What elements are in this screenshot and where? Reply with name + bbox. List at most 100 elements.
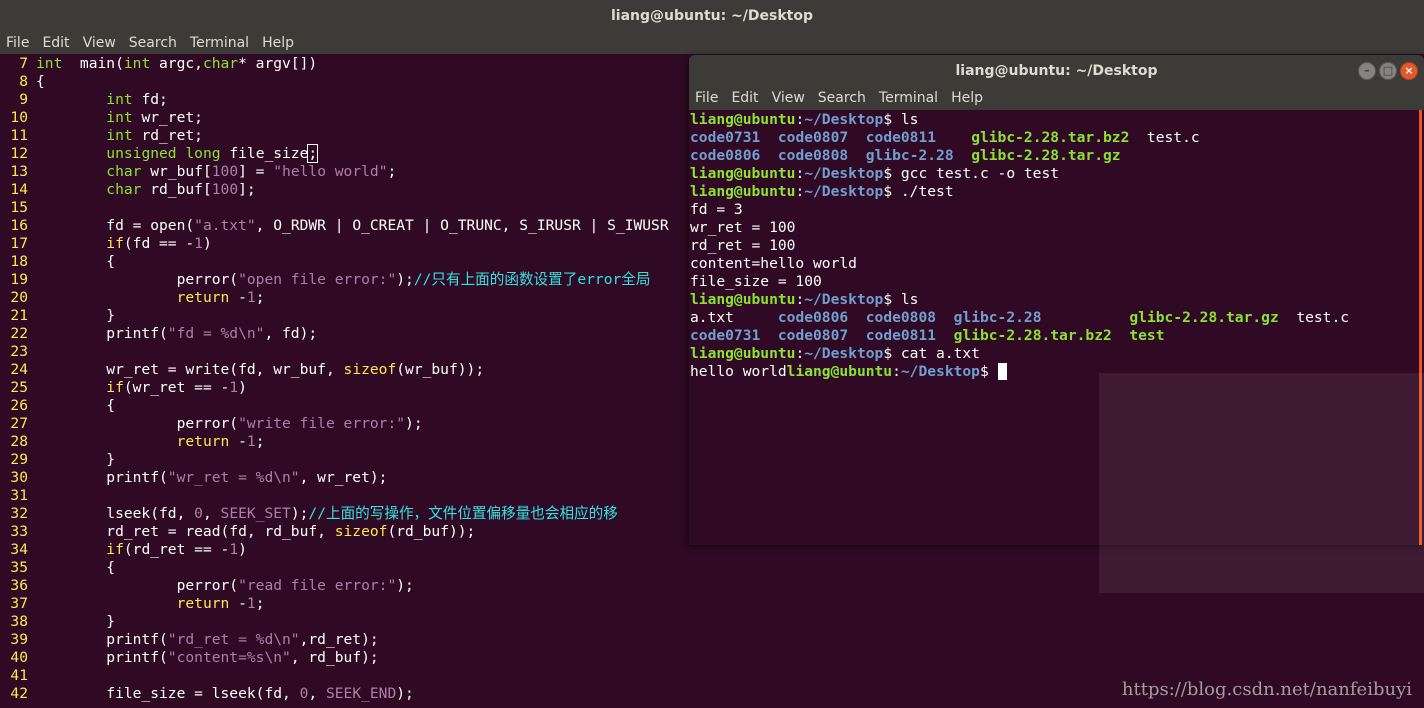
menu-help[interactable]: Help (256, 35, 301, 51)
terminal-output[interactable]: liang@ubuntu:~/Desktop$ ls code0731 code0… (689, 110, 1416, 545)
terminal-line: fd = 3 (690, 201, 743, 219)
terminal-menu-terminal[interactable]: Terminal (873, 90, 945, 106)
code-token: ; (255, 433, 265, 450)
code-token: ) (202, 235, 212, 252)
menu-terminal[interactable]: Terminal (184, 35, 256, 51)
code-token: ) (238, 541, 247, 558)
code-text: int main(int argc,char* argv[]) (36, 55, 317, 73)
code-text: perror("open file error:");//只有上面的函数设置了e… (36, 271, 651, 289)
terminal-menu-file[interactable]: File (689, 90, 725, 106)
line-number: 34 (10, 541, 28, 558)
code-text: { (36, 253, 115, 271)
code-token: char (202, 55, 239, 72)
code-text: rd_ret = read(fd, rd_buf, sizeof(rd_buf)… (36, 523, 475, 541)
terminal-menu-search[interactable]: Search (812, 90, 873, 106)
code-token: "read file error:" (238, 577, 397, 594)
terminal-window[interactable]: liang@ubuntu: ~/Desktop – □ × File Edit Vi… (689, 55, 1424, 545)
terminal-menu-edit[interactable]: Edit (725, 90, 765, 106)
code-token: (rd_ret == - (123, 541, 230, 558)
code-token: , fd); (264, 325, 318, 342)
code-token: * argv[]) (238, 55, 318, 72)
maximize-button[interactable]: □ (1379, 62, 1397, 80)
code-token: code0807 (777, 327, 849, 344)
code-token: int (106, 109, 133, 126)
line-number: 13 (10, 163, 28, 180)
code-token: file_size = 100 (690, 273, 822, 290)
code-token: : (795, 183, 805, 200)
code-token: $ ./test (883, 183, 954, 200)
menu-file[interactable]: File (0, 35, 36, 51)
close-button[interactable]: × (1400, 62, 1418, 80)
code-token: liang@ubuntu (690, 111, 796, 128)
code-token: 100 (211, 181, 239, 198)
terminal-line: wr_ret = 100 (690, 219, 795, 237)
code-token: if (106, 541, 124, 558)
line-number: 21 (10, 307, 28, 324)
code-text: return -1; (36, 595, 265, 613)
terminal-menu-view[interactable]: View (766, 90, 812, 106)
code-token: perror( (36, 415, 239, 432)
code-text: printf("content=%s\n", rd_buf); (36, 649, 378, 667)
line-number: 38 (10, 613, 28, 630)
terminal-cursor (997, 363, 1007, 380)
code-token: } (36, 307, 116, 324)
code-text: int fd; (36, 91, 168, 109)
code-token: int (106, 91, 133, 108)
code-text: printf("wr_ret = %d\n", wr_ret); (36, 469, 387, 487)
code-token: $ cat a.txt (883, 345, 980, 362)
code-text: if(wr_ret == -1) (36, 379, 247, 397)
code-text: return -1; (36, 433, 265, 451)
code-token: - (229, 595, 247, 612)
code-token: ; (387, 163, 397, 180)
line-number: 23 (10, 343, 28, 360)
line-number: 20 (10, 289, 28, 306)
code-token: : (795, 111, 805, 128)
code-token: SEEK_SET (220, 505, 291, 522)
code-token: : (795, 345, 805, 362)
menu-search[interactable]: Search (123, 35, 184, 51)
code-token: } (36, 613, 116, 630)
code-token: liang@ubuntu (690, 291, 796, 308)
code-token: "fd = %d\n" (167, 325, 265, 342)
window-title-bar[interactable]: liang@ubuntu: ~/Desktop (0, 0, 1424, 31)
terminal-title-bar[interactable]: liang@ubuntu: ~/Desktop – □ × (689, 55, 1424, 86)
code-token: hello world (690, 363, 787, 380)
code-token: { (36, 397, 116, 414)
terminal-menu-help[interactable]: Help (945, 90, 990, 106)
code-token: - (229, 433, 247, 450)
minimize-button[interactable]: – (1358, 62, 1376, 80)
code-token: "hello world" (273, 163, 388, 180)
code-token: argc, (150, 55, 203, 72)
terminal-scrollbar[interactable] (1419, 110, 1422, 545)
code-token: glibc-2.28.tar.bz2 (953, 327, 1112, 344)
code-token: 1 (194, 235, 203, 252)
line-number: 36 (10, 577, 28, 594)
code-text: file_size = lseek(fd, 0, SEEK_END); (36, 685, 414, 703)
code-token: "wr_ret = %d\n" (167, 469, 300, 486)
window-title: liang@ubuntu: ~/Desktop (610, 7, 814, 24)
terminal-line: code0806 code0808 glibc-2.28 glibc-2.28.… (690, 147, 1121, 165)
code-token: test.c (1129, 129, 1200, 146)
code-token: : (795, 291, 805, 308)
menu-edit[interactable]: Edit (36, 35, 76, 51)
code-token: code0806 (777, 309, 849, 326)
line-number: 14 (10, 181, 28, 198)
code-text: perror("read file error:"); (36, 577, 414, 595)
code-text: if(fd == -1) (36, 235, 212, 253)
menu-view[interactable]: View (77, 35, 123, 51)
window-controls: – □ × (1358, 62, 1418, 80)
code-text: int rd_ret; (36, 127, 203, 145)
code-token: 1 (229, 541, 239, 558)
code-token: code0806 (690, 147, 761, 164)
code-token: fd; (132, 91, 168, 108)
code-token: wr_ret = 100 (690, 219, 796, 236)
code-token: unsigned (106, 145, 177, 162)
